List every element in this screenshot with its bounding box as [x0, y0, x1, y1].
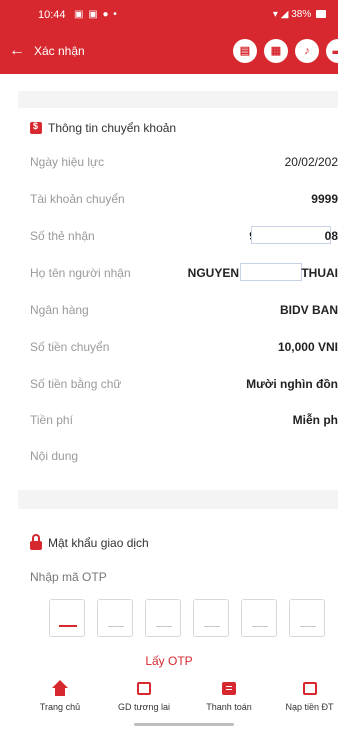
otp-digit-2[interactable] — [97, 599, 133, 637]
row-value: 9999 — [311, 192, 338, 206]
phone-topup-icon — [302, 680, 318, 696]
card-number-end: 08 — [324, 229, 338, 243]
lock-icon — [30, 534, 42, 550]
recipient-name-start: NGUYEN — [187, 266, 239, 280]
row-value: Miễn ph — [292, 413, 338, 427]
battery-percent: 38% — [291, 9, 312, 20]
tab-home[interactable]: Trang chủ — [30, 680, 90, 712]
separator-band — [18, 91, 338, 108]
status-right: ▾ ◢ 38% — [273, 9, 326, 20]
row-bank: Ngân hàng BIDV BAN — [30, 303, 338, 323]
row-label: Nội dung — [30, 449, 79, 463]
row-description: Nội dung — [30, 449, 338, 469]
tab-label: Trang chủ — [39, 702, 81, 712]
otp-digit-3[interactable] — [145, 599, 181, 637]
home-indicator — [134, 723, 234, 726]
row-value: Mười nghìn đồn — [246, 377, 338, 391]
otp-digit-6[interactable] — [289, 599, 325, 637]
row-label: Tiền phí — [30, 413, 73, 427]
chat-icon[interactable]: ▬ — [326, 39, 338, 63]
calendar-icon — [136, 680, 152, 696]
row-source-account: Tài khoản chuyển 9999 — [30, 192, 338, 212]
row-label: Họ tên người nhận — [30, 266, 131, 280]
row-label: Tài khoản chuyển — [30, 192, 125, 206]
signal-icon: ▾ ◢ — [272, 9, 292, 20]
tab-phone-topup[interactable]: Nạp tiền ĐT — [281, 680, 338, 712]
row-label: Số thẻ nhận — [30, 229, 95, 243]
row-effective-date: Ngày hiệu lực 20/02/202 — [30, 155, 338, 175]
status-time: 10:44 — [38, 9, 66, 21]
row-amount-words: Số tiền bằng chữ Mười nghìn đồn — [30, 377, 338, 397]
tab-payment[interactable]: Thanh toán — [199, 680, 259, 712]
row-value: 20/02/202 — [284, 155, 338, 169]
redaction-box — [240, 263, 302, 281]
row-card-number: Số thẻ nhận 9704 08 — [30, 226, 338, 249]
tab-future-transactions[interactable]: GD tương lai — [112, 680, 176, 712]
transfer-info-heading-text: Thông tin chuyển khoản — [48, 121, 177, 135]
row-label: Số tiền chuyển — [30, 340, 110, 354]
qr-code-icon[interactable]: ▦ — [264, 39, 288, 63]
status-bar: 10:44 ▣ ▣ ● • ▾ ◢ 38% — [0, 0, 338, 30]
dollar-doc-icon — [30, 121, 42, 134]
otp-digit-1[interactable] — [49, 599, 85, 637]
bell-icon[interactable]: ♪ — [295, 39, 319, 63]
get-otp-link[interactable]: Lấy OTP — [0, 654, 338, 668]
otp-digit-4[interactable] — [193, 599, 229, 637]
battery-icon — [316, 10, 326, 19]
row-value: 10,000 VNI — [277, 340, 338, 354]
row-label: Ngày hiệu lực — [30, 155, 105, 169]
recipient-name-end: THUAI — [301, 266, 338, 280]
redaction-box — [251, 226, 331, 244]
otp-heading-text: Mật khẩu giao dịch — [48, 536, 149, 550]
row-recipient-name: Họ tên người nhận NGUYEN THUAI — [30, 263, 338, 286]
bill-icon — [221, 680, 237, 696]
separator-band — [18, 490, 338, 509]
page-title: Xác nhận — [34, 44, 85, 58]
otp-digit-5[interactable] — [241, 599, 277, 637]
notification-icons: ▣ ▣ ● • — [74, 9, 118, 20]
otp-heading: Mật khẩu giao dịch — [30, 534, 149, 550]
tab-label: GD tương lai — [118, 702, 170, 712]
tab-label: Nạp tiền ĐT — [285, 702, 334, 712]
row-label: Ngân hàng — [30, 303, 89, 317]
row-label: Số tiền bằng chữ — [30, 377, 122, 391]
bottom-nav: Trang chủ GD tương lai Thanh toán Nạp ti… — [0, 674, 338, 730]
row-value: BIDV BAN — [279, 303, 338, 317]
arrow-left-icon[interactable]: ← — [6, 40, 28, 62]
bus-icon[interactable]: ▤ — [233, 39, 257, 63]
home-icon — [52, 680, 68, 696]
transfer-info-heading: Thông tin chuyển khoản — [30, 121, 176, 135]
header-bar: ← Xác nhận ▤ ▦ ♪ ▬ — [0, 30, 338, 74]
row-fee: Tiền phí Miễn ph — [30, 413, 338, 433]
otp-input-label: Nhập mã OTP — [30, 570, 107, 584]
row-amount: Số tiền chuyển 10,000 VNI — [30, 340, 338, 360]
tab-label: Thanh toán — [206, 702, 252, 712]
